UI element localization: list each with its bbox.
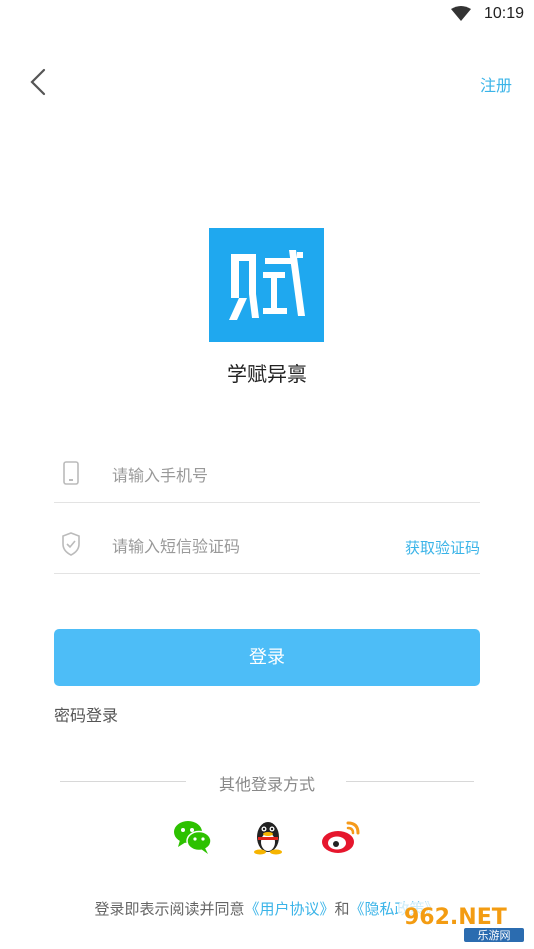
- logo-glyph-icon: [229, 250, 305, 320]
- wechat-login-icon[interactable]: [172, 815, 214, 857]
- phone-input[interactable]: [110, 458, 414, 492]
- verification-code-input[interactable]: [110, 529, 414, 563]
- password-login-link[interactable]: 密码登录: [54, 702, 118, 726]
- back-icon[interactable]: [26, 66, 54, 98]
- weibo-login-icon[interactable]: [320, 815, 362, 857]
- status-bar: 10:19: [0, 0, 534, 30]
- app-name: 学赋异禀: [227, 362, 307, 386]
- app-logo: [209, 228, 324, 342]
- shield-icon: [62, 532, 80, 556]
- qq-login-icon[interactable]: [247, 815, 289, 857]
- phone-field: [54, 448, 480, 503]
- other-login-label: 其他登录方式: [218, 775, 315, 794]
- login-button[interactable]: 登录: [54, 629, 480, 686]
- watermark-text: 962.NET: [404, 905, 507, 930]
- verification-code-field: 获取验证码: [54, 519, 480, 574]
- user-agreement-link[interactable]: 《用户协议》: [244, 900, 334, 918]
- status-time: 10:19: [483, 5, 524, 22]
- agreement-prefix: 登录即表示阅读并同意: [94, 900, 245, 918]
- register-link[interactable]: 注册: [480, 72, 512, 96]
- phone-icon: [63, 461, 79, 485]
- get-code-button[interactable]: 获取验证码: [405, 537, 480, 558]
- divider-right: [346, 781, 474, 782]
- watermark-subtext: 乐游网: [478, 929, 511, 942]
- wifi-icon: [451, 6, 471, 21]
- watermark-logo: 962.NET 乐游网: [398, 902, 530, 942]
- agreement-conjunction: 和: [334, 900, 350, 918]
